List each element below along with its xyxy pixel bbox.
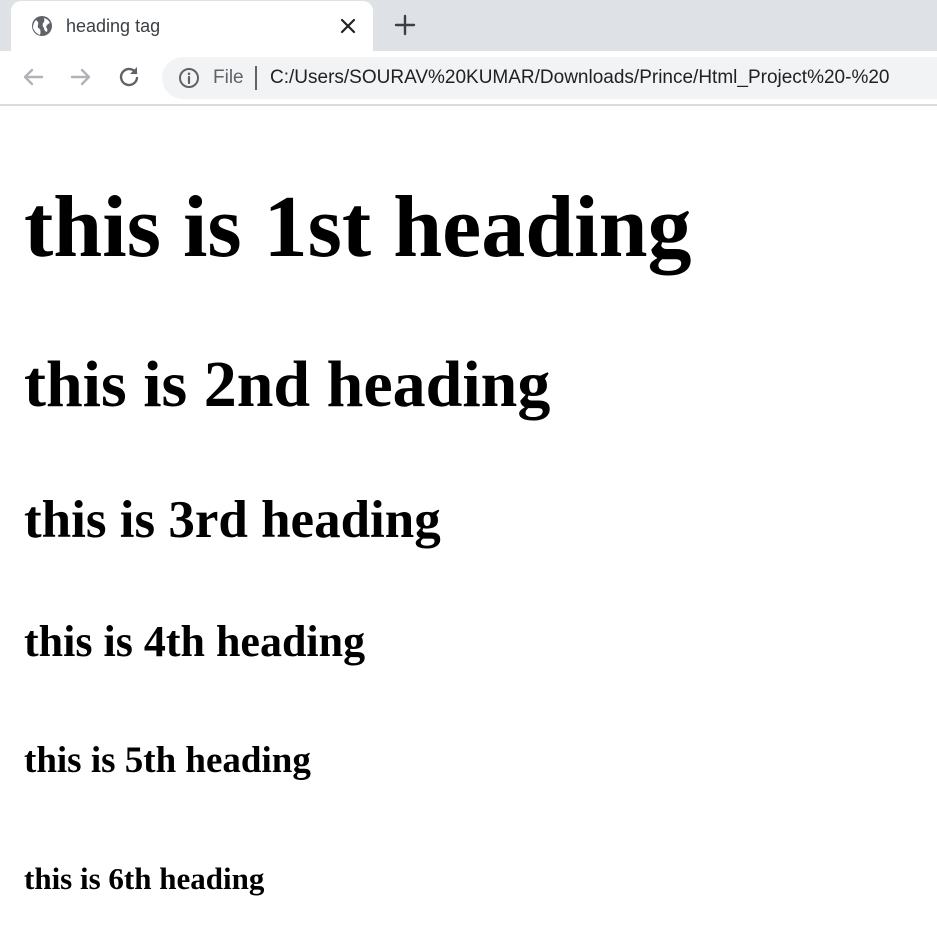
browser-toolbar: File C:/Users/SOURAV%20KUMAR/Downloads/P… bbox=[0, 51, 937, 104]
back-arrow-icon[interactable] bbox=[20, 64, 46, 90]
tab-title: heading tag bbox=[66, 16, 161, 36]
omnibox-separator bbox=[255, 66, 257, 90]
heading-5: this is 5th heading bbox=[24, 740, 311, 781]
info-icon[interactable] bbox=[178, 67, 200, 89]
reload-icon[interactable] bbox=[116, 64, 142, 90]
address-bar[interactable]: File C:/Users/SOURAV%20KUMAR/Downloads/P… bbox=[162, 57, 937, 99]
close-icon[interactable] bbox=[337, 15, 359, 37]
heading-2: this is 2nd heading bbox=[24, 348, 551, 421]
heading-6: this is 6th heading bbox=[24, 861, 265, 896]
heading-1: this is 1st heading bbox=[24, 179, 692, 276]
tab-strip: heading tag bbox=[0, 0, 937, 51]
forward-arrow-icon[interactable] bbox=[68, 64, 94, 90]
heading-4: this is 4th heading bbox=[24, 617, 366, 666]
plus-icon[interactable] bbox=[393, 13, 417, 37]
globe-icon bbox=[32, 16, 52, 36]
heading-3: this is 3rd heading bbox=[24, 491, 441, 549]
scheme-label: File bbox=[213, 67, 244, 88]
page-content: this is 1st heading this is 2nd heading … bbox=[0, 106, 937, 947]
url-text[interactable]: C:/Users/SOURAV%20KUMAR/Downloads/Prince… bbox=[270, 67, 889, 89]
browser-tab[interactable]: heading tag bbox=[11, 1, 373, 51]
